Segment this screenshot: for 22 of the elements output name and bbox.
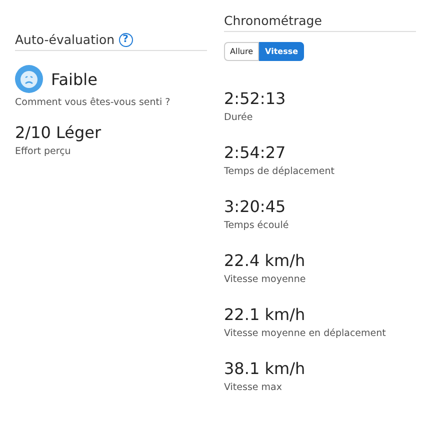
toggle-tab[interactable]: Allure — [224, 42, 260, 61]
stat-value: 2:54:27 — [224, 143, 287, 162]
stat-label: Vitesse max — [224, 382, 283, 393]
feeling-value: Faible — [51, 70, 98, 88]
effort-label: Effort perçu — [15, 146, 72, 157]
stat-value: 2:52:13 — [224, 89, 287, 108]
stat-label: Temps écoulé — [224, 220, 290, 231]
feeling-label: Comment vous êtes-vous senti ? — [15, 97, 172, 108]
stat-value: 3:20:45 — [224, 197, 287, 216]
section-title: Auto-évaluation — [15, 32, 115, 47]
sad-face-icon — [15, 65, 43, 93]
stat-value: 22.4 km/h — [224, 251, 306, 270]
stat-label: Temps de déplacement — [224, 166, 336, 177]
stat-label: Vitesse moyenne — [224, 274, 307, 285]
section-title: Chronométrage — [224, 13, 322, 28]
stat-label: Vitesse moyenne en déplacement — [224, 328, 387, 339]
toggle-tab[interactable]: Vitesse — [259, 42, 304, 61]
help-icon[interactable]: ? — [118, 32, 133, 46]
stat-value: 38.1 km/h — [224, 359, 306, 378]
effort-value: 2/10 Léger — [15, 123, 102, 142]
stat-value: 22.1 km/h — [224, 305, 306, 324]
stat-label: Durée — [224, 112, 254, 123]
